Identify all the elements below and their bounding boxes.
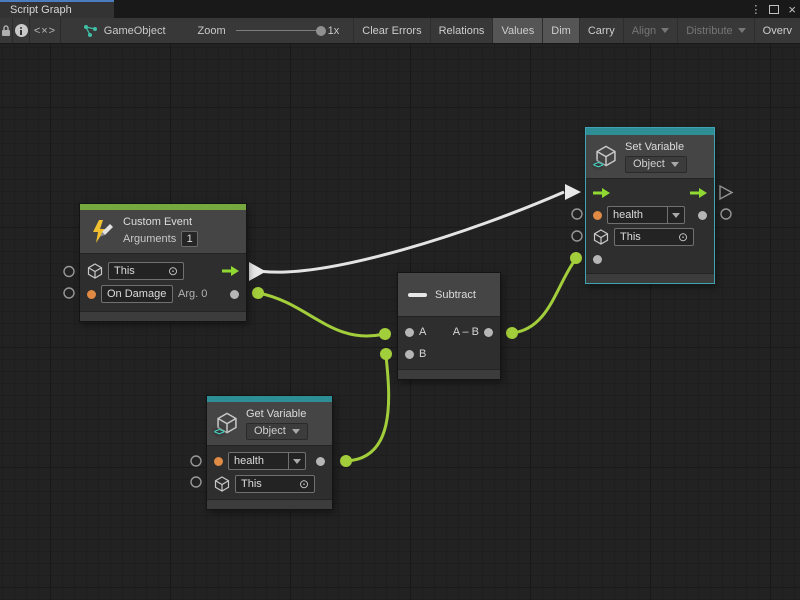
arguments-label: Arguments (123, 233, 176, 245)
port-setvariable-target-unconnected[interactable] (572, 231, 582, 241)
gameobject-cube-icon (214, 476, 230, 492)
chevron-down-icon (672, 213, 680, 218)
port-a-label: A (419, 326, 426, 338)
subtract-a-port[interactable] (405, 328, 414, 337)
variable-colorbar (586, 128, 714, 135)
chevron-down-icon (293, 459, 301, 464)
arg0-output-port[interactable] (230, 290, 239, 299)
port-subtract-out-connected[interactable] (506, 327, 518, 339)
port-setvariable-name-unconnected[interactable] (572, 209, 582, 219)
port-customevent-target-unconnected[interactable] (64, 267, 74, 277)
variable-name-dropdown[interactable]: health (607, 206, 685, 224)
flow-input-arrow-icon[interactable] (593, 187, 610, 199)
variable-name-dropdown[interactable]: health (228, 452, 306, 470)
gameobject-cube-icon (87, 263, 103, 279)
port-arg0-connected[interactable] (252, 287, 264, 299)
variable-brackets-icon: <> (214, 427, 224, 438)
variable-scope-dropdown[interactable]: Object (625, 156, 687, 173)
flow-output-port-setvariable-unconnected[interactable] (720, 186, 732, 199)
variable-value-output-port[interactable] (698, 211, 707, 220)
target-field[interactable]: This ⊙ (108, 262, 184, 280)
arg0-label: Arg. 0 (178, 288, 207, 300)
custom-event-icon (89, 219, 115, 245)
node-title: Get Variable (246, 408, 308, 420)
node-subtract[interactable]: Subtract A A – B B (397, 272, 501, 380)
flow-output-port-custom-event[interactable] (249, 262, 266, 281)
port-customevent-event-unconnected[interactable] (64, 288, 74, 298)
variable-brackets-icon: <> (593, 160, 603, 171)
gameobject-cube-icon (593, 229, 609, 245)
subtract-icon (408, 293, 427, 297)
output-label: A – B (453, 326, 479, 338)
port-getvariable-name-unconnected[interactable] (191, 456, 201, 466)
unity-visual-scripting-window: Script Graph ⋮ × <×> GameObject (0, 0, 800, 600)
port-getvariable-out-connected[interactable] (340, 455, 352, 467)
node-custom-event[interactable]: Custom Event Arguments 1 This ⊙ (79, 203, 247, 322)
port-subtract-a-connected[interactable] (379, 328, 391, 340)
variable-value-input-port[interactable] (593, 255, 602, 264)
port-setvariable-output-unconnected[interactable] (721, 209, 731, 219)
node-footer (207, 499, 332, 509)
flow-output-arrow-icon[interactable] (690, 187, 707, 199)
wire-flow-customevent-to-setvariable[interactable] (263, 192, 564, 272)
target-picker-icon[interactable]: ⊙ (299, 479, 309, 489)
node-title: Subtract (435, 289, 476, 301)
chevron-down-icon (671, 162, 679, 167)
wire-arg0-to-subtract-a[interactable] (258, 293, 384, 336)
subtract-output-port[interactable] (484, 328, 493, 337)
node-footer (80, 311, 246, 321)
node-title: Set Variable (625, 141, 687, 153)
node-get-variable[interactable]: <> Get Variable Object health (206, 395, 333, 510)
wire-subtract-to-setvariable-value[interactable] (512, 260, 575, 333)
node-set-variable[interactable]: <> Set Variable Object (585, 127, 715, 284)
variable-name-port[interactable] (214, 457, 223, 466)
node-footer (398, 369, 500, 379)
target-picker-icon[interactable]: ⊙ (678, 232, 688, 242)
variable-value-output-port[interactable] (316, 457, 325, 466)
event-name-field[interactable]: On Damage (101, 285, 173, 303)
subtract-b-port[interactable] (405, 350, 414, 359)
chevron-down-icon (292, 429, 300, 434)
port-getvariable-target-unconnected[interactable] (191, 477, 201, 487)
port-setvariable-value-connected[interactable] (570, 252, 582, 264)
event-name-port[interactable] (87, 290, 96, 299)
node-footer (586, 273, 714, 283)
port-subtract-b-connected[interactable] (380, 348, 392, 360)
arguments-input[interactable]: 1 (181, 231, 198, 247)
wire-getvariable-to-subtract-b[interactable] (346, 356, 389, 461)
target-picker-icon[interactable]: ⊙ (168, 266, 178, 276)
variable-scope-dropdown[interactable]: Object (246, 423, 308, 440)
flow-arrowhead-icon[interactable] (565, 184, 581, 200)
node-title: Custom Event (123, 216, 198, 228)
target-field[interactable]: This ⊙ (614, 228, 694, 246)
port-b-label: B (419, 348, 426, 360)
variable-name-port[interactable] (593, 211, 602, 220)
flow-output-arrow-icon[interactable] (222, 265, 239, 277)
target-field[interactable]: This ⊙ (235, 475, 315, 493)
